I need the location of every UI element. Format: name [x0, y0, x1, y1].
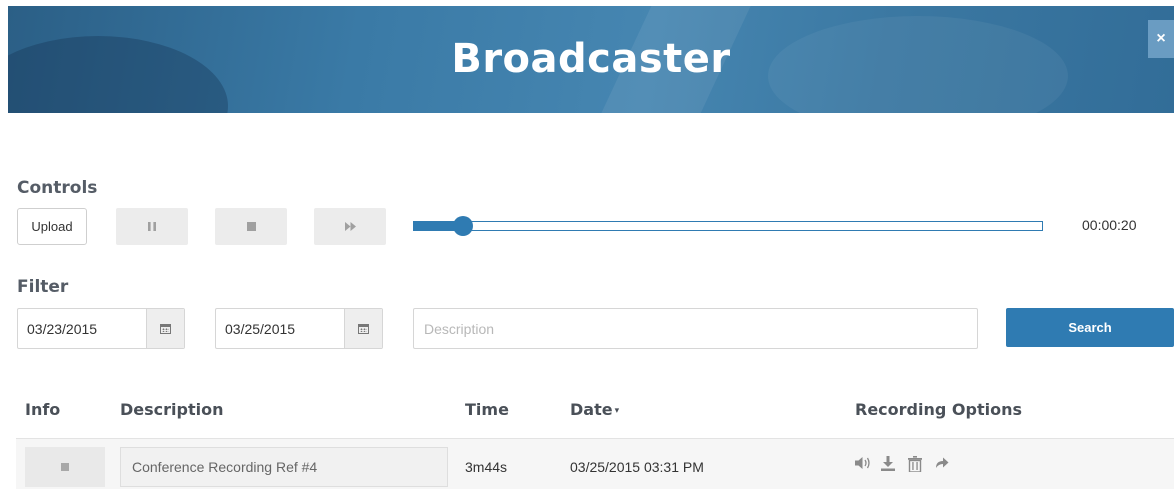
- row-date: 03/25/2015 03:31 PM: [570, 459, 704, 475]
- download-icon[interactable]: [881, 456, 895, 475]
- pause-icon: [148, 222, 156, 231]
- stop-icon: [246, 222, 256, 231]
- row-info-button[interactable]: [25, 447, 105, 487]
- column-header-recording-options: Recording Options: [855, 400, 1022, 419]
- end-date-value[interactable]: 03/25/2015: [216, 309, 344, 348]
- filter-label: Filter: [17, 277, 69, 297]
- playback-slider[interactable]: [413, 221, 1043, 231]
- pause-button[interactable]: [116, 208, 188, 245]
- start-date-calendar-button[interactable]: [146, 309, 184, 348]
- end-date-field[interactable]: 03/25/2015: [215, 308, 383, 349]
- page-title: Broadcaster: [451, 36, 731, 82]
- search-button[interactable]: Search: [1006, 308, 1174, 347]
- column-header-time: Time: [465, 400, 509, 419]
- row-description-field[interactable]: Conference Recording Ref #4: [120, 447, 448, 487]
- calendar-icon: [160, 323, 171, 334]
- stop-button[interactable]: [215, 208, 287, 245]
- play-audio-icon[interactable]: [855, 456, 873, 474]
- column-header-description: Description: [120, 400, 224, 419]
- trash-icon[interactable]: [908, 456, 922, 476]
- start-date-field[interactable]: 03/23/2015: [17, 308, 185, 349]
- column-header-date[interactable]: Date ▾: [570, 400, 619, 419]
- fast-forward-button[interactable]: [314, 208, 386, 245]
- stop-icon: [61, 463, 69, 471]
- sort-down-icon: ▾: [614, 406, 620, 416]
- playback-slider-handle[interactable]: [453, 216, 474, 236]
- column-header-date-label: Date: [570, 400, 613, 419]
- close-icon: ×: [1156, 30, 1166, 47]
- upload-button[interactable]: Upload: [17, 208, 87, 245]
- header-banner: Broadcaster ×: [8, 6, 1174, 113]
- playback-time: 00:00:20: [1082, 217, 1137, 233]
- share-icon[interactable]: [935, 456, 949, 473]
- description-filter-input[interactable]: [413, 308, 978, 349]
- start-date-value[interactable]: 03/23/2015: [18, 309, 146, 348]
- column-header-info: Info: [25, 400, 61, 419]
- calendar-icon: [358, 323, 369, 334]
- row-time: 3m44s: [465, 459, 508, 475]
- fast-forward-icon: [344, 222, 356, 231]
- end-date-calendar-button[interactable]: [344, 309, 382, 348]
- close-button[interactable]: ×: [1148, 20, 1174, 58]
- controls-label: Controls: [17, 178, 98, 198]
